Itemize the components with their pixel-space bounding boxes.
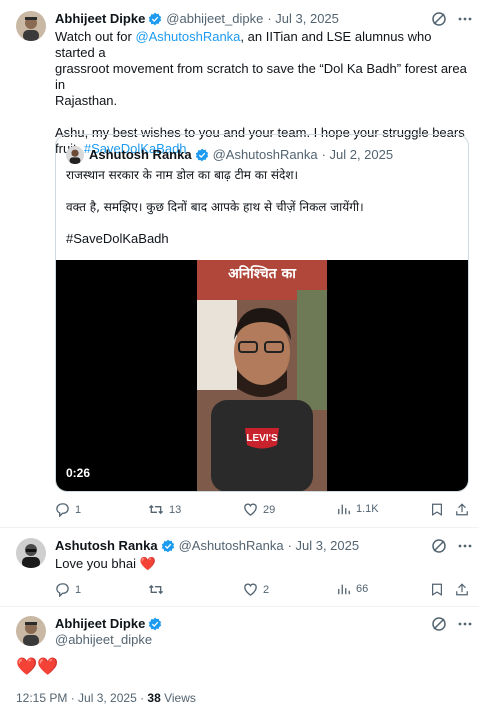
video-thumbnail: LEVI'S अनिश्चित का [197,260,327,491]
verified-badge-icon [148,12,162,26]
like-button[interactable]: 29 [243,502,275,517]
quote-header: Ashutosh Ranka @AshutoshRanka · Jul 2, 2… [89,147,393,162]
reply-top-icons [431,616,473,632]
like-count: 2 [263,583,270,596]
heart-emoji: ❤️ [139,557,156,572]
reply-button[interactable]: 1 [55,582,81,597]
reply-icon [55,502,70,517]
reply-count: 1 [75,583,82,596]
mention-link[interactable]: @AshutoshRanka [135,29,240,44]
share-button[interactable] [455,502,469,517]
reply-count: 1 [75,503,82,516]
views-label: Views [160,691,196,705]
reply-text-body: Love you bhai [55,556,136,571]
quote-tweet-card[interactable]: Ashutosh Ranka @AshutoshRanka · Jul 2, 2… [55,134,469,492]
reply-button[interactable]: 1 [55,502,81,517]
reply-date[interactable]: · Jul 3, 2025 [288,538,360,553]
quote-date: · Jul 2, 2025 [321,147,394,162]
author-handle[interactable]: @AshutoshRanka [179,538,284,553]
like-count: 29 [263,503,276,516]
avatar[interactable] [16,538,46,568]
views-count: 38 [147,691,161,705]
reply-icon [55,582,70,597]
reply-author-handle-row: @abhijeet_dipke [55,632,152,647]
author-name[interactable]: Abhijeet Dipke [55,11,145,26]
divider [0,606,479,607]
quote-text-line: राजस्थान सरकार के नाम डोल का बाढ़ टीम का… [66,168,299,182]
quote-hashtag: #SaveDolKaBadh [66,231,169,246]
divider [0,527,479,528]
quote-author-handle: @AshutoshRanka [212,147,318,162]
tweet-header: Abhijeet Dipke @abhijeet_dipke · Jul 3, … [55,11,339,26]
grok-icon[interactable] [431,616,447,632]
like-button[interactable]: 2 [243,582,269,597]
more-icon[interactable] [457,11,473,27]
like-icon [243,582,258,597]
views-icon [337,582,351,596]
repost-button[interactable]: 13 [148,502,181,517]
views-button[interactable]: 66 [337,582,368,596]
video-banner-text: अनिश्चित का [228,266,296,282]
views-icon [337,502,351,516]
bookmark-icon [430,502,444,517]
author-handle[interactable]: @abhijeet_dipke [166,11,263,26]
author-name[interactable]: Abhijeet Dipke [55,616,145,631]
svg-text:LEVI'S: LEVI'S [246,433,278,444]
tweet-text-line: grassroot movement from scratch to save … [55,61,467,92]
grok-icon[interactable] [431,538,447,554]
tweet-date[interactable]: · Jul 3, 2025 [267,11,339,26]
tweet-text-line: Rajasthan. [55,93,118,108]
grok-icon[interactable] [431,11,447,27]
share-button[interactable] [455,582,469,597]
quote-author-name: Ashutosh Ranka [89,147,192,162]
author-handle[interactable]: @abhijeet_dipke [55,632,152,647]
tweet-text-line: Watch out for [55,29,136,44]
verified-badge-icon [148,617,162,631]
avatar[interactable] [16,616,46,646]
reply-action-bar: 1 2 66 [0,580,479,600]
bookmark-button[interactable] [430,582,444,597]
views-count: 66 [356,583,369,595]
verified-badge-icon [195,148,209,162]
share-icon [455,502,469,517]
tweet-action-bar: 1 13 29 1.1K [0,500,479,520]
reply-top-icons [431,538,473,554]
avatar [66,146,84,164]
views-button[interactable]: 1.1K [337,502,379,516]
repost-icon [148,582,164,597]
bookmark-button[interactable] [430,502,444,517]
reply-text: Love you bhai ❤️ [55,556,156,573]
video-player[interactable]: LEVI'S अनिश्चित का 0:26 [56,260,468,491]
tweet-top-icons [431,11,473,27]
post-timestamp[interactable]: 12:15 PM · Jul 3, 2025 · [16,691,147,705]
repost-icon [148,502,164,517]
bookmark-icon [430,582,444,597]
reply-emoji-text: ❤️❤️ [16,657,59,677]
share-icon [455,582,469,597]
timestamp-row: 12:15 PM · Jul 3, 2025 · 38 Views [16,690,196,706]
quote-text-line: वक्त है, समझिए। कुछ दिनों बाद आपके हाथ स… [66,200,364,214]
video-duration: 0:26 [66,466,91,480]
repost-count: 13 [169,503,182,516]
verified-badge-icon [161,539,175,553]
views-count: 1.1K [356,503,379,515]
more-icon[interactable] [457,616,473,632]
reply-author: Abhijeet Dipke [55,616,166,631]
repost-button[interactable] [148,582,164,597]
avatar[interactable] [16,11,46,41]
like-icon [243,502,258,517]
quote-text: राजस्थान सरकार के नाम डोल का बाढ़ टीम का… [66,167,461,247]
reply-header: Ashutosh Ranka @AshutoshRanka · Jul 3, 2… [55,538,359,553]
more-icon[interactable] [457,538,473,554]
author-name[interactable]: Ashutosh Ranka [55,538,158,553]
